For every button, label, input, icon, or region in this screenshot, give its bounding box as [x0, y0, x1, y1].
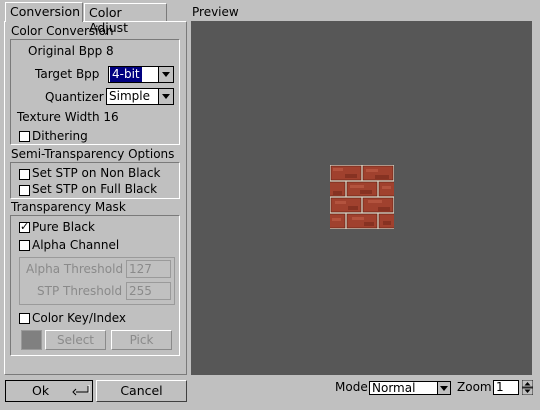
color-key-swatch[interactable] — [21, 330, 42, 350]
ok-label: Ok — [32, 383, 50, 398]
pure-black-checkbox[interactable] — [19, 220, 30, 234]
transparency-mask-title: Transparency Mask — [11, 200, 126, 214]
dithering-label: Dithering — [32, 129, 88, 143]
stp-non-black-checkbox[interactable] — [19, 169, 30, 180]
stp-non-black-label: Set STP on Non Black — [32, 166, 161, 180]
tab-color-adjust[interactable]: Color Adjust — [84, 3, 167, 35]
mode-value: Normal — [372, 381, 416, 395]
cancel-button[interactable]: Cancel — [96, 380, 187, 402]
quantizer-value: Simple — [109, 89, 150, 103]
chevron-down-icon — [158, 67, 173, 82]
target-bpp-label: Target Bpp — [35, 67, 100, 81]
stp-threshold-input[interactable]: 255 — [126, 282, 171, 300]
preview-area — [191, 21, 532, 375]
pick-button[interactable]: Pick — [111, 330, 172, 350]
stp-threshold-label: STP Threshold — [37, 284, 123, 298]
quantizer-label: Quantizer — [45, 90, 104, 104]
alpha-threshold-input[interactable]: 127 — [126, 260, 171, 278]
stp-full-black-label: Set STP on Full Black — [32, 182, 158, 196]
alpha-channel-checkbox[interactable] — [19, 240, 30, 251]
tab-conversion[interactable]: Conversion — [5, 2, 83, 22]
stp-full-black-checkbox[interactable] — [19, 185, 30, 196]
pure-black-label: Pure Black — [32, 220, 95, 234]
brick-texture-image — [330, 165, 394, 229]
dithering-checkbox[interactable] — [19, 131, 30, 142]
target-bpp-value: 4-bit — [110, 67, 142, 82]
color-key-label: Color Key/Index — [32, 311, 126, 325]
zoom-input[interactable]: 1 — [493, 380, 519, 395]
zoom-spinner-icon[interactable] — [522, 380, 533, 395]
zoom-label: Zoom — [457, 380, 492, 394]
select-button[interactable]: Select — [45, 330, 106, 350]
preview-label: Preview — [192, 5, 239, 19]
chevron-down-icon — [437, 382, 450, 394]
alpha-channel-label: Alpha Channel — [32, 238, 120, 252]
quantizer-select[interactable]: Simple — [106, 88, 174, 105]
semi-transparency-title: Semi-Transparency Options — [11, 147, 175, 161]
return-icon — [72, 385, 90, 396]
alpha-threshold-label: Alpha Threshold — [26, 262, 124, 276]
target-bpp-select[interactable]: 4-bit — [108, 66, 174, 83]
color-conversion-title: Color Conversion — [11, 24, 114, 38]
mode-label: Mode — [335, 380, 368, 394]
texture-width-text: Texture Width 16 — [17, 110, 119, 124]
chevron-down-icon — [158, 89, 173, 104]
original-bpp-text: Original Bpp 8 — [28, 44, 114, 58]
ok-button[interactable]: Ok — [5, 380, 93, 402]
mode-select[interactable]: Normal — [369, 381, 451, 395]
color-key-checkbox[interactable] — [19, 313, 30, 324]
